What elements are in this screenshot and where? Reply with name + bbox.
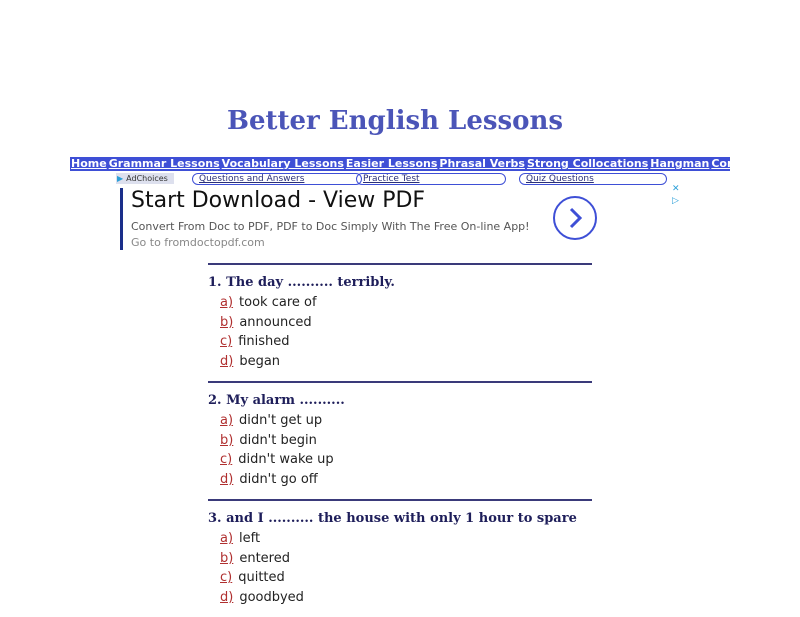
question-2: 2. My alarm ..........: [208, 393, 345, 408]
subnav-questions-and-answers[interactable]: Questions and Answers: [192, 173, 362, 185]
answer-text: quitted: [238, 570, 285, 585]
answer-text: didn't go off: [239, 471, 318, 487]
answer-text: left: [239, 531, 261, 546]
ad-url[interactable]: Go to fromdoctopdf.com: [131, 236, 265, 249]
answer-link[interactable]: b): [220, 551, 233, 566]
answer-option: d) began: [220, 352, 592, 372]
answer-option: c) quitted: [220, 568, 592, 588]
answer-text: announced: [239, 314, 312, 330]
answer-link[interactable]: c): [220, 452, 232, 467]
answer-option: a) took care of: [220, 293, 592, 313]
answer-text: began: [239, 353, 281, 369]
quiz: 1. The day .......... terribly. a) took c…: [208, 263, 592, 617]
answer-link[interactable]: d): [220, 590, 233, 605]
answer-list: a) didn't get up b) didn't begin c) didn't …: [208, 411, 592, 489]
nav-grammar-lessons[interactable]: Grammar Lessons: [108, 157, 221, 171]
answer-link[interactable]: d): [220, 472, 233, 487]
answer-option: d) goodbyed: [220, 588, 592, 608]
chevron-right-icon: [569, 207, 583, 229]
answer-text: goodbyed: [239, 589, 304, 605]
subnav-quiz-questions[interactable]: Quiz Questions: [519, 173, 667, 185]
nav-vocabulary-lessons[interactable]: Vocabulary Lessons: [221, 157, 345, 171]
ad-arrow-button[interactable]: [553, 196, 597, 240]
answer-link[interactable]: d): [220, 354, 233, 369]
answer-text: entered: [239, 550, 290, 566]
answer-text: finished: [238, 334, 290, 349]
answer-text: didn't wake up: [238, 452, 334, 467]
main-nav: Home Grammar Lessons Vocabulary Lessons …: [70, 157, 759, 171]
answer-list: a) left b) entered c) quitted d) goodbyed: [208, 529, 592, 607]
answer-option: a) left: [220, 529, 592, 549]
nav-phrasal-verbs[interactable]: Phrasal Verbs: [438, 157, 526, 171]
subnav-practice-test[interactable]: Practice Test: [356, 173, 506, 185]
divider: [208, 263, 592, 265]
answer-link[interactable]: c): [220, 334, 232, 349]
answer-link[interactable]: a): [220, 295, 233, 310]
answer-option: c) finished: [220, 332, 592, 352]
nav-contact[interactable]: Contact: [710, 157, 760, 171]
divider: [208, 381, 592, 383]
adchoices-icon: ▶: [117, 174, 124, 183]
nav-strong-collocations[interactable]: Strong Collocations: [526, 157, 649, 171]
site-title: Better English Lessons: [226, 106, 564, 136]
answer-link[interactable]: b): [220, 433, 233, 448]
answer-option: b) entered: [220, 549, 592, 569]
ad-close-icon[interactable]: ✕: [672, 184, 680, 194]
answer-text: didn't begin: [239, 432, 317, 448]
nav-home[interactable]: Home: [70, 157, 108, 171]
nav-easier-lessons[interactable]: Easier Lessons: [345, 157, 438, 171]
answer-link[interactable]: a): [220, 531, 233, 546]
answer-option: b) didn't begin: [220, 431, 592, 451]
answer-option: b) announced: [220, 313, 592, 333]
answer-text: didn't get up: [239, 413, 323, 428]
adchoices-label: AdChoices: [126, 174, 168, 183]
question-3: 3. and I .......... the house with only …: [208, 511, 577, 526]
ad-info-icon[interactable]: ▷: [672, 196, 679, 206]
nav-hangman[interactable]: Hangman: [649, 157, 710, 171]
answer-link[interactable]: a): [220, 413, 233, 428]
adchoices-badge[interactable]: ▶ AdChoices: [116, 173, 174, 184]
ad-banner[interactable]: Start Download - View PDF Convert From D…: [120, 188, 603, 250]
answer-option: a) didn't get up: [220, 411, 592, 431]
ad-description: Convert From Doc to PDF, PDF to Doc Simp…: [131, 220, 530, 233]
answer-link[interactable]: c): [220, 570, 232, 585]
answer-text: took care of: [239, 295, 317, 310]
ad-title[interactable]: Start Download - View PDF: [131, 188, 425, 213]
answer-option: c) didn't wake up: [220, 450, 592, 470]
answer-option: d) didn't go off: [220, 470, 592, 490]
question-1: 1. The day .......... terribly.: [208, 275, 395, 290]
answer-list: a) took care of b) announced c) finished d)…: [208, 293, 592, 371]
divider: [208, 499, 592, 501]
answer-link[interactable]: b): [220, 315, 233, 330]
